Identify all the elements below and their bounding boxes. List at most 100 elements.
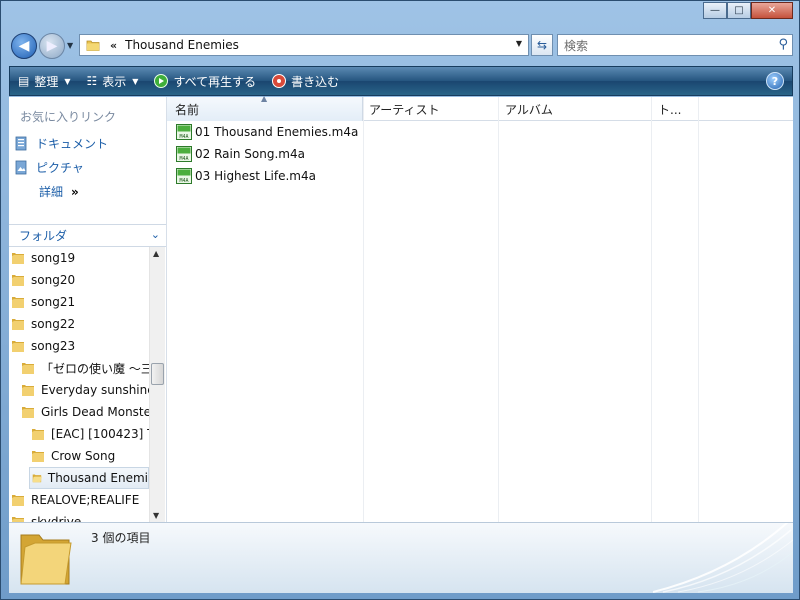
column-divider[interactable] [363,97,364,522]
scroll-down-icon[interactable]: ▼ [153,511,159,520]
favorite-link-documents[interactable]: ドキュメント [15,135,108,152]
minimize-button[interactable]: — [703,2,727,19]
favorite-links-title: お気に入りリンク [20,110,117,124]
play-icon [154,74,169,88]
maximize-button[interactable]: □ [727,2,751,19]
tree-item[interactable]: song20 [11,269,75,291]
tree-item[interactable]: Crow Song [31,445,115,467]
folder-icon [12,319,24,330]
file-row[interactable]: M4A 01 Thousand Enemies.m4a [176,122,358,142]
close-button[interactable]: ✕ [751,2,793,19]
tree-item-label: song19 [31,251,76,265]
tree-item-label: song21 [31,295,76,309]
address-bar[interactable]: « Thousand Enemies ▼ [79,34,529,56]
folder-tree-scrollbar[interactable]: ▲ ▼ [149,247,165,522]
burn-label: 書き込む [291,74,340,89]
views-button[interactable]: ☷ 表示 ▼ [79,67,147,95]
item-count: 3 個の項目 [91,531,151,545]
column-header-row: 名前 ▲ アーティスト アルバム ト... [167,94,793,121]
tree-item[interactable]: song19 [11,247,75,269]
tree-item-label: Crow Song [51,449,116,463]
scrollbar-thumb[interactable] [151,363,164,385]
file-row[interactable]: M4A 03 Highest Life.m4a [176,166,316,186]
play-all-label: すべて再生する [173,74,257,89]
chevron-down-icon: ▼ [64,76,71,86]
column-divider[interactable] [698,97,699,522]
views-icon: ☷ [86,74,98,88]
forward-button[interactable]: ▶ [39,33,65,59]
forward-arrow-icon: ▶ [46,38,58,54]
tree-item[interactable]: Girls Dead Monste [21,401,149,423]
m4a-audio-file-icon: M4A [176,168,192,184]
favorite-link-label: ドキュメント [36,137,109,151]
folders-header[interactable]: フォルダ ⌄ [9,224,166,247]
decorative-swoosh [653,523,793,593]
large-folder-icon [20,534,72,585]
double-chevron-icon: » [71,184,79,199]
tree-item-label: song20 [31,273,76,287]
recent-pages-dropdown[interactable]: ▼ [67,41,73,50]
column-header-name[interactable]: 名前 ▲ [167,94,363,121]
folder-icon [86,40,100,51]
organize-button[interactable]: ▤ 整理 ▼ [10,67,79,95]
folder-icon [22,385,34,396]
back-arrow-icon: ◀ [18,38,30,54]
column-header-artist[interactable]: アーティスト [369,97,499,121]
folder-icon [12,297,24,308]
tree-item-label: Thousand Enemi [47,471,148,485]
documents-icon [15,136,27,151]
tree-item[interactable]: Everyday sunshine [21,379,149,401]
column-header-label: アルバム [505,102,553,117]
breadcrumb-current[interactable]: Thousand Enemies [125,38,239,52]
tree-item-label: Everyday sunshine [41,383,149,397]
search-input[interactable]: 検索 ⚲ [557,34,793,56]
tree-item-label: REALOVE;REALIFE [31,493,140,507]
chevron-down-icon[interactable]: ⌄ [151,228,160,241]
burn-button[interactable]: 書き込む [264,67,347,95]
column-header-label: アーティスト [369,102,440,117]
tree-item-label: song23 [31,339,76,353]
refresh-button[interactable]: ⇆ [531,34,553,56]
tree-item[interactable]: [EAC] [100423] T [31,423,149,445]
breadcrumb-overflow-icon[interactable]: « [110,39,117,52]
tree-item-label: song22 [31,317,76,331]
column-header-album[interactable]: アルバム [505,97,655,121]
folder-icon [12,517,24,522]
search-icon[interactable]: ⚲ [778,37,788,52]
tree-item-label: 「ゼロの使い魔 ～三 [41,361,149,376]
play-all-button[interactable]: すべて再生する [146,67,264,95]
back-button[interactable]: ◀ [11,33,37,59]
column-divider[interactable] [651,97,652,522]
help-button[interactable]: ? [766,72,784,90]
more-links-button[interactable]: 詳細 » [39,183,79,200]
column-divider[interactable] [498,97,499,522]
folder-icon [12,495,24,506]
tree-item[interactable]: REALOVE;REALIFE [11,489,139,511]
explorer-window: — □ ✕ ◀ ▶ ▼ « Thousand Enemies ▼ ⇆ 検索 ⚲ … [0,0,800,600]
tree-item[interactable]: song22 [11,313,75,335]
file-row[interactable]: M4A 02 Rain Song.m4a [176,144,305,164]
tree-item[interactable]: 「ゼロの使い魔 ～三 [21,357,149,379]
tree-item-label: Girls Dead Monste [41,405,149,419]
column-header-track[interactable]: ト... [658,97,698,121]
navigation-pane: お気に入りリンク ドキュメント ピクチャ 詳細 » フォルダ ⌄ song19 … [9,97,167,522]
address-dropdown-icon[interactable]: ▼ [516,39,522,48]
navigation-bar: ◀ ▶ ▼ « Thousand Enemies ▼ ⇆ 検索 ⚲ [9,31,793,61]
folder-icon [32,451,44,462]
search-placeholder: 検索 [564,38,589,53]
svg-text:M4A: M4A [179,178,188,184]
open-folder-icon [32,474,42,483]
tree-item[interactable]: skydrive [11,511,81,522]
svg-text:M4A: M4A [179,134,188,140]
folder-icon [22,363,34,374]
tree-item[interactable]: song23 [11,335,75,357]
folder-tree: song19 song20 song21 song22 song23 「ゼロの使… [9,247,149,522]
tree-item[interactable]: song21 [11,291,75,313]
column-header-label: ト... [658,102,682,117]
favorite-link-pictures[interactable]: ピクチャ [15,159,84,176]
scroll-up-icon[interactable]: ▲ [153,249,159,258]
file-name: 01 Thousand Enemies.m4a [195,125,359,139]
favorite-link-label: ピクチャ [36,161,84,175]
tree-item-selected[interactable]: Thousand Enemi [29,467,149,489]
organize-label: 整理 [34,74,59,89]
